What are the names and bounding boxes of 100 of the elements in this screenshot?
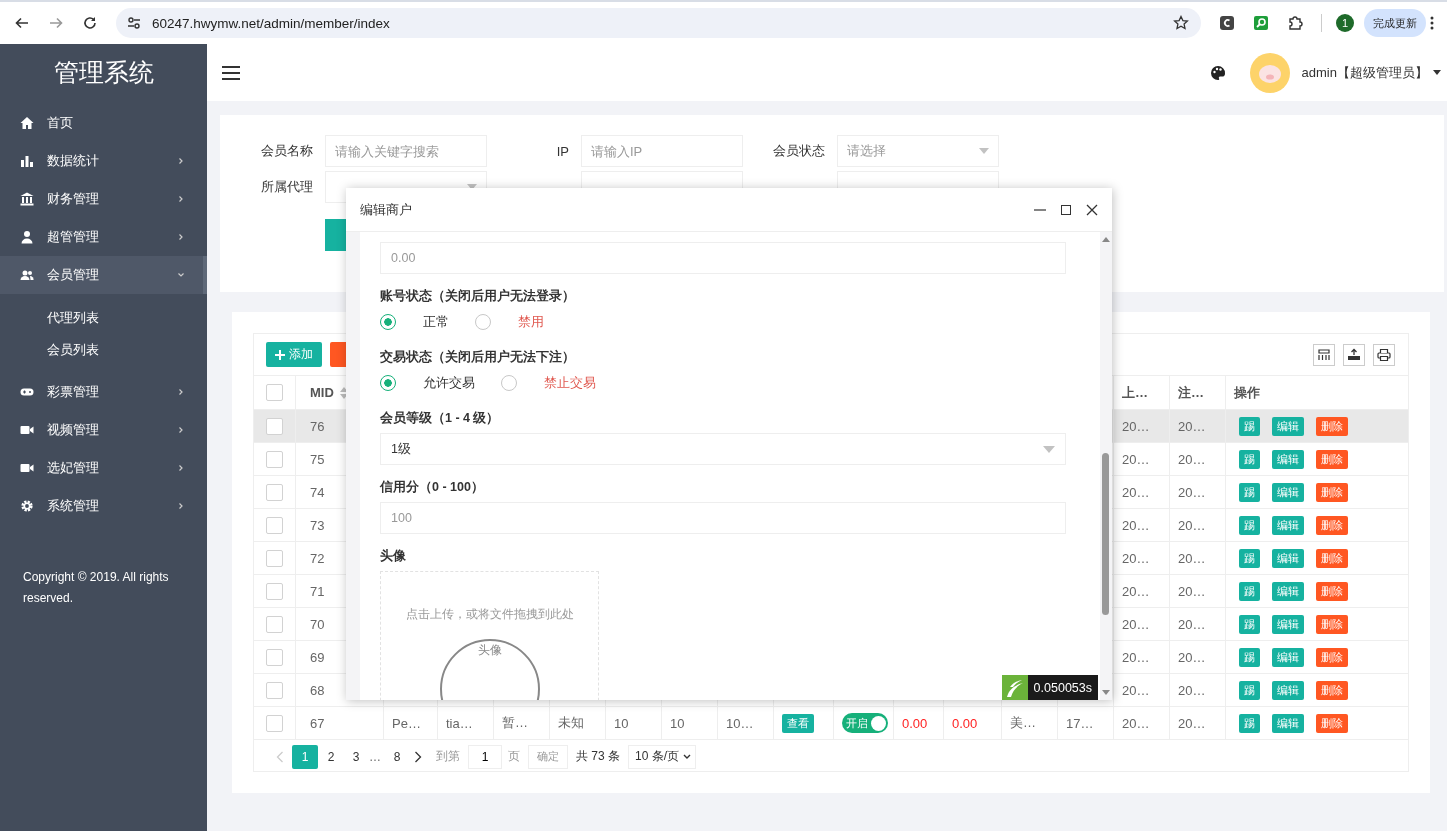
page-button[interactable]: 8 (385, 744, 409, 769)
search-extension-icon[interactable] (1253, 15, 1269, 31)
checkbox[interactable] (266, 681, 283, 699)
action-button[interactable]: 踢 (1239, 416, 1260, 436)
action-button[interactable]: 编辑 (1272, 647, 1304, 667)
menu-item[interactable]: 彩票管理 (0, 373, 207, 411)
delete-button[interactable]: 删除 (1316, 548, 1348, 568)
extension-icon[interactable] (1219, 15, 1235, 31)
input-field[interactable]: 0.00 (380, 242, 1066, 274)
next-page-icon[interactable] (414, 750, 422, 763)
checkbox[interactable] (266, 714, 283, 732)
input-field[interactable]: 请输入IP (581, 135, 743, 167)
action-button[interactable]: 编辑 (1272, 581, 1304, 601)
radio-label[interactable]: 允许交易 (423, 374, 475, 392)
reload-icon[interactable] (82, 15, 98, 31)
action-button[interactable]: 踢 (1239, 581, 1260, 601)
action-button[interactable]: 踢 (1239, 449, 1260, 469)
action-button[interactable]: 编辑 (1272, 548, 1304, 568)
confirm-button[interactable]: 确定 (528, 744, 568, 769)
action-button[interactable]: 踢 (1239, 515, 1260, 535)
page-input[interactable]: 1 (468, 744, 502, 769)
checkbox[interactable] (266, 648, 283, 666)
menu-icon[interactable] (222, 65, 240, 80)
delete-button[interactable]: 删除 (1316, 449, 1348, 469)
menu-item[interactable]: 视频管理 (0, 411, 207, 449)
print-icon[interactable] (1373, 343, 1395, 366)
checkbox[interactable] (266, 549, 283, 567)
avatar-icon[interactable] (1249, 52, 1290, 93)
columns-icon[interactable] (1313, 343, 1335, 366)
radio-button[interactable] (380, 375, 396, 391)
palette-icon[interactable] (1209, 64, 1226, 81)
delete-button[interactable]: 删除 (1316, 680, 1348, 700)
checkbox[interactable] (266, 582, 283, 600)
checkbox[interactable] (266, 615, 283, 633)
delete-button[interactable]: 删除 (1316, 647, 1348, 667)
add-button[interactable]: 添加 (266, 342, 322, 367)
more-icon[interactable] (1430, 16, 1434, 30)
input-field[interactable]: 请输入关键字搜索 (325, 135, 487, 167)
radio-label[interactable]: 正常 (423, 313, 449, 331)
profile-avatar[interactable]: 1 (1336, 14, 1354, 32)
sort-icon[interactable] (339, 386, 348, 399)
action-button[interactable]: 踢 (1239, 647, 1260, 667)
page-size-select[interactable]: 10 条/页 (628, 744, 697, 769)
radio-button[interactable] (380, 314, 396, 330)
select-field[interactable]: 请选择 (837, 135, 999, 167)
user-menu[interactable]: admin【超级管理员】 (1301, 63, 1428, 82)
column-header[interactable]: MID (310, 385, 334, 400)
star-icon[interactable] (1173, 15, 1189, 31)
delete-button[interactable]: 删除 (1316, 614, 1348, 634)
delete-button[interactable]: 删除 (1316, 581, 1348, 601)
radio-label[interactable]: 禁止交易 (544, 374, 596, 392)
action-button[interactable]: 编辑 (1272, 515, 1304, 535)
action-button[interactable]: 编辑 (1272, 416, 1304, 436)
menu-item[interactable]: 选妃管理 (0, 449, 207, 487)
menu-item[interactable]: 超管管理 (0, 218, 207, 256)
menu-item[interactable]: 财务管理 (0, 180, 207, 218)
menu-item[interactable]: 会员管理 (0, 256, 207, 294)
action-button[interactable]: 踢 (1239, 614, 1260, 634)
upload-area[interactable]: 点击上传，或将文件拖拽到此处 头像 (380, 571, 599, 700)
select-field[interactable]: 1级 (380, 433, 1066, 465)
back-icon[interactable] (14, 15, 30, 31)
delete-button[interactable]: 删除 (1316, 482, 1348, 502)
close-icon[interactable] (1086, 203, 1098, 216)
action-button[interactable]: 踢 (1239, 548, 1260, 568)
checkbox[interactable] (266, 516, 283, 534)
forward-icon[interactable] (48, 15, 64, 31)
delete-button[interactable]: 删除 (1316, 713, 1348, 733)
action-button[interactable]: 踢 (1239, 680, 1260, 700)
view-button[interactable]: 查看 (782, 713, 814, 733)
address-bar[interactable]: 60247.hwymw.net/admin/member/index (116, 8, 1201, 38)
puzzle-icon[interactable] (1287, 15, 1303, 31)
update-button[interactable]: 完成更新 (1364, 9, 1426, 37)
checkbox[interactable] (266, 384, 283, 401)
page-button[interactable]: 2 (319, 744, 343, 769)
action-button[interactable]: 踢 (1239, 713, 1260, 733)
page-button[interactable]: 1 (292, 744, 318, 769)
input-field[interactable]: 100 (380, 502, 1066, 534)
maximize-icon[interactable] (1061, 204, 1071, 215)
radio-label[interactable]: 禁用 (518, 313, 544, 331)
page-button[interactable]: 3 (344, 744, 368, 769)
action-button[interactable]: 编辑 (1272, 680, 1304, 700)
checkbox[interactable] (266, 483, 283, 501)
submenu-item[interactable]: 会员列表 (0, 334, 207, 366)
delete-button[interactable]: 删除 (1316, 416, 1348, 436)
action-button[interactable]: 编辑 (1272, 614, 1304, 634)
menu-item[interactable]: 首页 (0, 104, 207, 142)
menu-item[interactable]: 系统管理 (0, 487, 207, 525)
checkbox[interactable] (266, 450, 283, 468)
action-button[interactable]: 编辑 (1272, 713, 1304, 733)
action-button[interactable]: 编辑 (1272, 482, 1304, 502)
table-row[interactable]: 67 Pe… tia… 暂… 未知 10 10 10… 查看 开启 0.00 0.00 美… 17… 20… 20… 踢 编辑 删除 (254, 707, 1408, 740)
action-button[interactable]: 踢 (1239, 482, 1260, 502)
menu-item[interactable]: 数据统计 (0, 142, 207, 180)
delete-button[interactable]: 删除 (1316, 515, 1348, 535)
export-icon[interactable] (1343, 343, 1365, 366)
checkbox[interactable] (266, 417, 283, 435)
toggle-switch[interactable]: 开启 (842, 713, 888, 733)
action-button[interactable]: 编辑 (1272, 449, 1304, 469)
submenu-item[interactable]: 代理列表 (0, 302, 207, 334)
site-settings-icon[interactable] (126, 15, 142, 31)
